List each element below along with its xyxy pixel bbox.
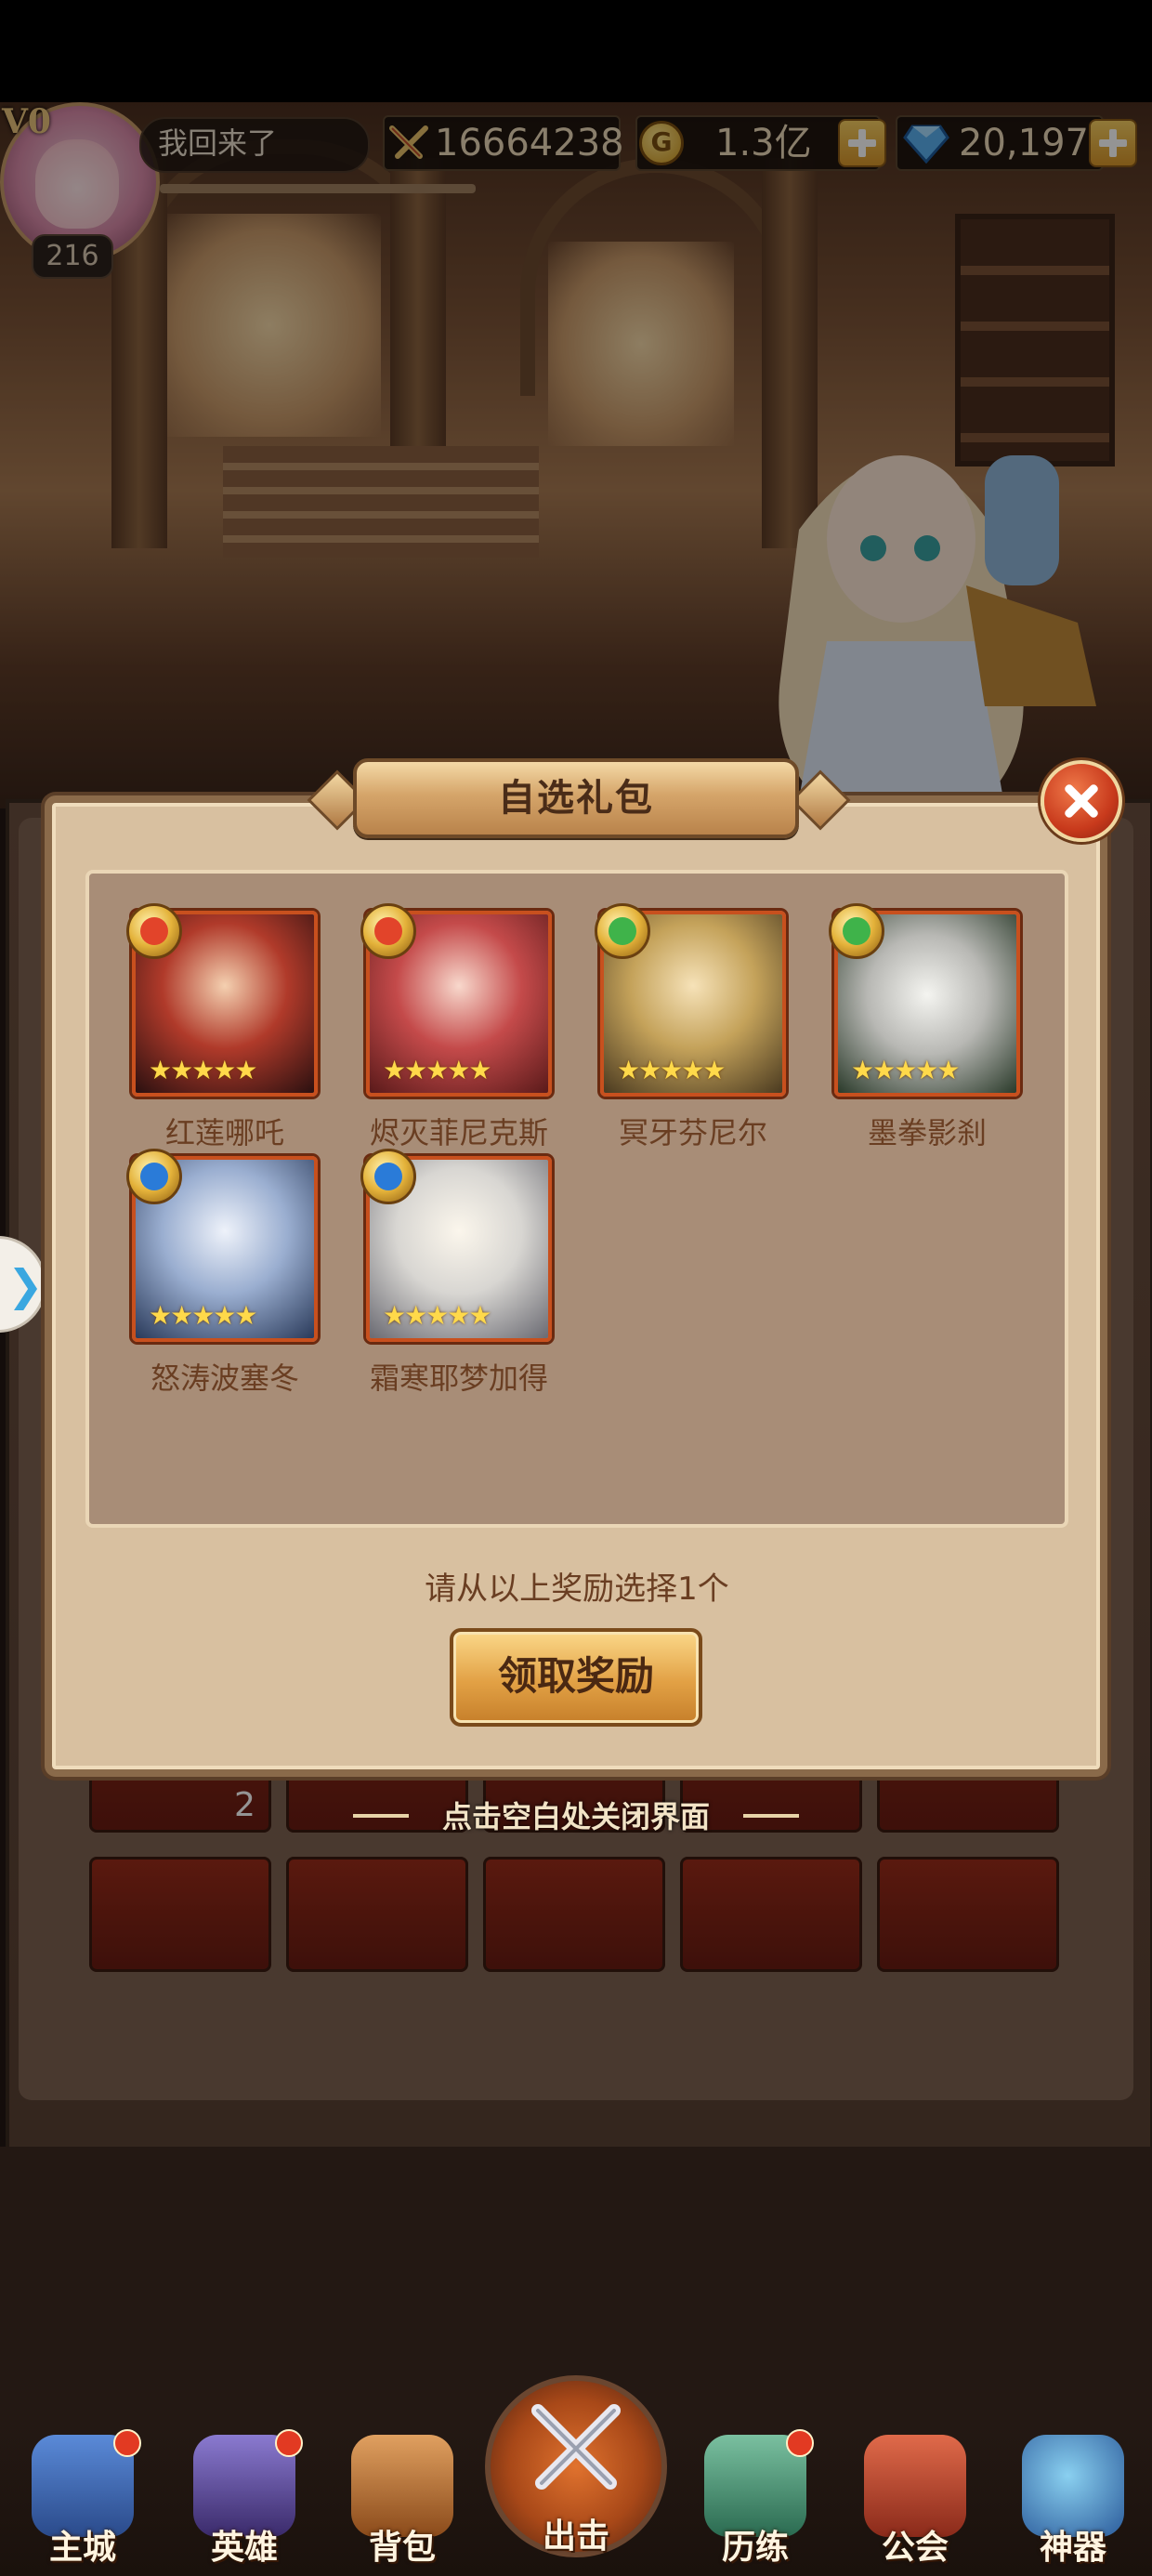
- nav-backpack[interactable]: 背包: [333, 2416, 472, 2576]
- nav-heroes[interactable]: 英雄: [175, 2416, 314, 2576]
- fire-element-icon: [126, 903, 182, 959]
- star-rating: ★★★★★: [383, 1055, 492, 1085]
- nav-label: 英雄: [210, 2529, 278, 2567]
- dialog-title: 自选礼包: [498, 777, 654, 820]
- hero-name: 墨拳影刹: [867, 1115, 987, 1150]
- chevron-right-icon: ❯: [7, 1260, 44, 1310]
- hero-name: 烬灭菲尼克斯: [369, 1115, 548, 1150]
- nav-training[interactable]: 历练: [686, 2416, 825, 2576]
- hero-name: 红莲哪吒: [164, 1115, 284, 1150]
- hero-name: 霜寒耶梦加得: [369, 1360, 548, 1396]
- wind-element-icon: [595, 903, 650, 959]
- star-rating: ★★★★★: [149, 1300, 258, 1331]
- notification-dot: [275, 2429, 303, 2457]
- nav-label: 历练: [721, 2529, 789, 2567]
- hero-name: 怒涛波塞冬: [150, 1360, 299, 1396]
- water-element-icon: [360, 1149, 416, 1204]
- wind-element-icon: [829, 903, 884, 959]
- notification-dot: [113, 2429, 141, 2457]
- star-rating: ★★★★★: [149, 1055, 258, 1085]
- nav-label: 出击: [542, 2517, 609, 2556]
- star-rating: ★★★★★: [617, 1055, 727, 1085]
- selection-prompt: 请从以上奖励选择1个: [425, 1571, 729, 1608]
- nav-label: 公会: [881, 2529, 949, 2567]
- star-rating: ★★★★★: [851, 1055, 961, 1085]
- hero-name: 冥牙芬尼尔: [618, 1115, 767, 1150]
- nav-guild[interactable]: 公会: [845, 2416, 985, 2576]
- tap-to-close-hint: 点击空白处关闭界面: [441, 1799, 710, 1834]
- nav-battle[interactable]: 出击: [506, 2398, 646, 2557]
- crossed-swords-icon: [531, 2404, 621, 2490]
- fire-element-icon: [360, 903, 416, 959]
- close-button[interactable]: [1041, 760, 1122, 842]
- claim-reward-button[interactable]: 领取奖励: [450, 1628, 702, 1727]
- status-bar: [0, 0, 1152, 102]
- nav-label: 背包: [368, 2529, 436, 2567]
- nav-label: 主城: [48, 2529, 116, 2567]
- nav-label: 神器: [1039, 2529, 1106, 2567]
- nav-main-city[interactable]: 主城: [13, 2416, 152, 2576]
- nav-artifact[interactable]: 神器: [1003, 2416, 1143, 2576]
- star-rating: ★★★★★: [383, 1300, 492, 1331]
- notification-dot: [786, 2429, 814, 2457]
- water-element-icon: [126, 1149, 182, 1204]
